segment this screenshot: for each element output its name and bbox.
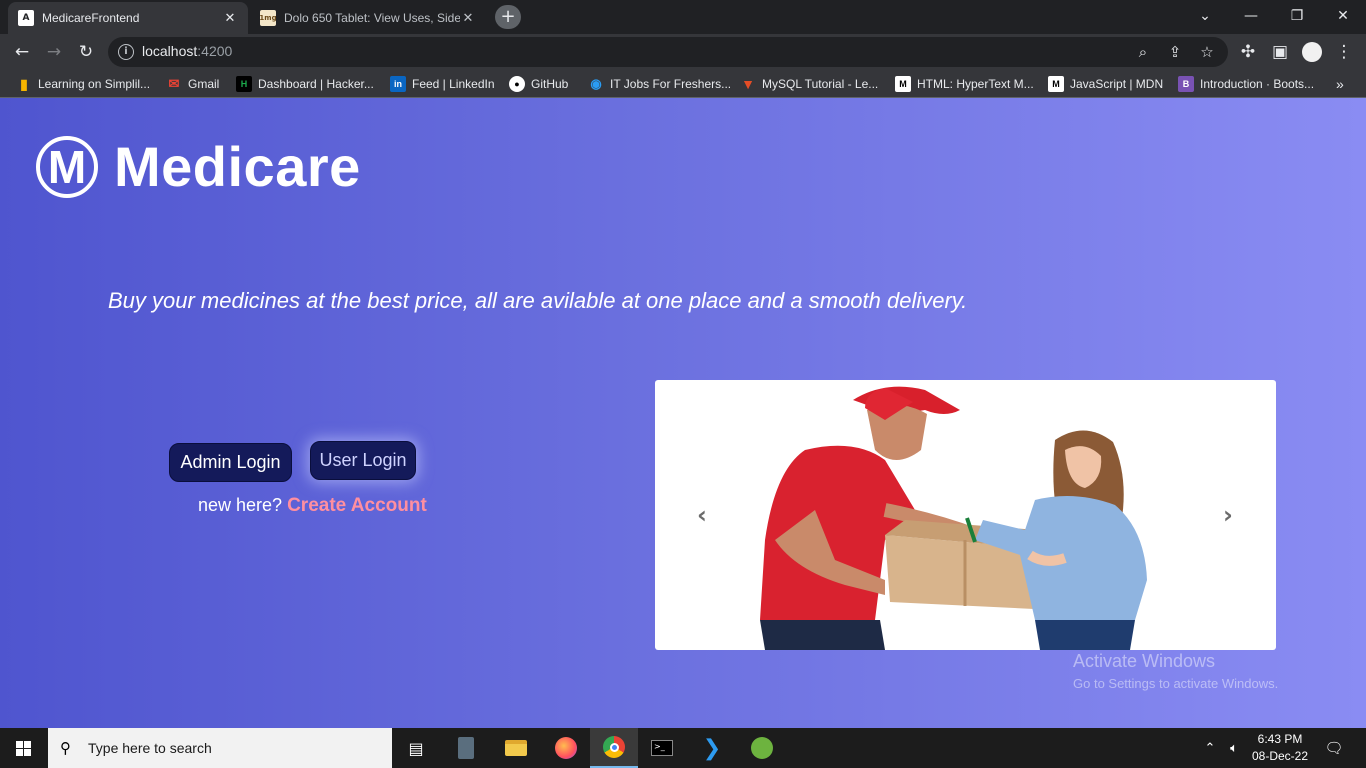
- brand-name: Medicare: [114, 135, 361, 198]
- restore-button[interactable]: ❐: [1274, 0, 1320, 34]
- taskbar-search-box[interactable]: ⚲ Type here to search: [48, 728, 392, 768]
- speaker-muted-icon[interactable]: 🔈︎: [1222, 728, 1246, 768]
- hackerrank-icon: H: [236, 76, 252, 92]
- task-view-icon[interactable]: ▤: [392, 728, 440, 768]
- share-icon[interactable]: ⇪: [1164, 41, 1186, 63]
- bookmarks-bar: ▮ Learning on Simplil... ✉ Gmail H Dashboar…: [0, 70, 1366, 98]
- windows-logo-icon: [16, 741, 31, 756]
- bookmark-html-mdn[interactable]: M HTML: HyperText M...: [895, 75, 1034, 93]
- new-here-text: new here?: [198, 495, 283, 515]
- chrome-icon[interactable]: [590, 728, 638, 768]
- notifications-icon[interactable]: 🗨︎: [1318, 728, 1350, 768]
- terminal-icon[interactable]: >_: [638, 728, 686, 768]
- new-tab-button[interactable]: +: [495, 5, 521, 29]
- minimize-button[interactable]: —: [1228, 0, 1274, 34]
- new-here-prompt: new here? Create Account: [198, 495, 427, 517]
- search-icon: ⚲: [60, 739, 71, 757]
- window-close-button[interactable]: ✕: [1320, 0, 1366, 34]
- bookmark-javascript-mdn[interactable]: M JavaScript | MDN: [1048, 75, 1163, 93]
- watermark-subtitle: Go to Settings to activate Windows.: [1073, 676, 1279, 691]
- bookmark-linkedin[interactable]: in Feed | LinkedIn: [390, 75, 495, 93]
- vscode-icon[interactable]: ❯: [688, 728, 736, 768]
- medicare-logo: M Medicare: [36, 134, 361, 199]
- jobs-icon: ◉: [590, 76, 602, 91]
- 1mg-icon: 1mg: [259, 10, 277, 26]
- windows-start-button[interactable]: [0, 728, 48, 768]
- browser-tab-strip: A MedicareFrontend ✕ 1mg Dolo 650 Tablet…: [0, 0, 1366, 34]
- profile-avatar[interactable]: [1298, 38, 1326, 66]
- bookmark-github[interactable]: ● GitHub: [509, 75, 568, 93]
- delivery-image: [760, 386, 1147, 650]
- mysql-icon: ▼: [741, 76, 755, 92]
- calculator-icon[interactable]: [442, 728, 490, 768]
- tab-search-chevron-icon[interactable]: ⌄: [1182, 0, 1228, 34]
- carousel-next-chevron-icon[interactable]: ›: [1215, 500, 1241, 530]
- tab-title: MedicareFrontend: [42, 11, 140, 25]
- zoom-icon[interactable]: ⌕: [1132, 41, 1154, 63]
- medicare-logo-mark: M: [36, 135, 98, 198]
- clock-time: 6:43 PM: [1257, 732, 1303, 746]
- bookmark-gmail[interactable]: ✉ Gmail: [166, 75, 220, 93]
- linkedin-icon: in: [390, 76, 406, 92]
- image-carousel: ‹ ›: [655, 380, 1276, 650]
- tab-dolo-650[interactable]: 1mg Dolo 650 Tablet: View Uses, Side ✕: [250, 2, 486, 34]
- admin-login-button[interactable]: Admin Login: [169, 443, 292, 482]
- close-icon[interactable]: ✕: [222, 11, 238, 26]
- search-placeholder: Type here to search: [88, 740, 212, 756]
- bookmarks-overflow-chevron-icon[interactable]: »: [1336, 75, 1344, 93]
- bookmark-simplilearn[interactable]: ▮ Learning on Simplil...: [16, 75, 150, 93]
- medicare-landing-page: M Medicare Buy your medicines at the bes…: [0, 98, 1366, 728]
- angular-icon: A: [18, 10, 34, 26]
- activate-windows-watermark: Activate Windows Go to Settings to activ…: [1073, 651, 1278, 691]
- bookmark-bootstrap[interactable]: B Introduction · Boots...: [1178, 75, 1314, 93]
- back-arrow-icon[interactable]: ←: [8, 38, 36, 66]
- tagline: Buy your medicines at the best price, al…: [108, 288, 968, 313]
- mdn-icon: M: [1048, 76, 1064, 92]
- create-account-link[interactable]: Create Account: [287, 495, 427, 516]
- menu-kebab-icon[interactable]: ⋮: [1330, 38, 1358, 66]
- file-explorer-icon[interactable]: [492, 728, 540, 768]
- bookmark-hackerrank[interactable]: H Dashboard | Hacker...: [236, 75, 374, 93]
- github-icon: ●: [509, 76, 525, 92]
- clock-date: 08-Dec-22: [1251, 749, 1309, 763]
- bootstrap-icon: B: [1178, 76, 1194, 92]
- address-bar[interactable]: i localhost:4200 ⌕ ⇪ ☆: [108, 37, 1228, 67]
- spring-tool-suite-icon[interactable]: [738, 728, 786, 768]
- mdn-icon: M: [895, 76, 911, 92]
- user-login-button[interactable]: User Login: [310, 441, 416, 480]
- reload-icon[interactable]: ↻: [72, 38, 100, 66]
- tray-chevron-up-icon[interactable]: ⌃: [1198, 728, 1222, 768]
- close-icon[interactable]: ✕: [460, 11, 476, 26]
- bookmark-it-jobs[interactable]: ◉ IT Jobs For Freshers...: [588, 75, 731, 93]
- extensions-puzzle-icon[interactable]: ✣: [1234, 38, 1262, 66]
- carousel-prev-chevron-icon[interactable]: ‹: [689, 500, 715, 530]
- address-url[interactable]: localhost:4200: [142, 43, 232, 59]
- bookmark-star-icon[interactable]: ☆: [1196, 41, 1218, 63]
- simplilearn-icon: ▮: [20, 75, 28, 92]
- gmail-icon: ✉: [168, 76, 180, 91]
- site-info-icon[interactable]: i: [118, 44, 134, 60]
- bookmark-mysql[interactable]: ▼ MySQL Tutorial - Le...: [740, 75, 878, 93]
- taskbar-clock[interactable]: 6:43 PM 08-Dec-22: [1244, 731, 1316, 765]
- tab-medicare-frontend[interactable]: A MedicareFrontend ✕: [8, 2, 248, 34]
- tab-title: Dolo 650 Tablet: View Uses, Side: [284, 11, 460, 25]
- browser-toolbar: ← → ↻ i localhost:4200 ⌕ ⇪ ☆ ✣ ▣ ⋮: [0, 34, 1366, 70]
- windows-taskbar: ⚲ Type here to search ▤ >_ ❯ ⌃ 🔈︎ 6:43 P…: [0, 728, 1366, 768]
- forward-arrow-icon[interactable]: →: [40, 38, 68, 66]
- side-panel-icon[interactable]: ▣: [1266, 38, 1294, 66]
- firefox-icon[interactable]: [542, 728, 590, 768]
- watermark-title: Activate Windows: [1073, 651, 1216, 671]
